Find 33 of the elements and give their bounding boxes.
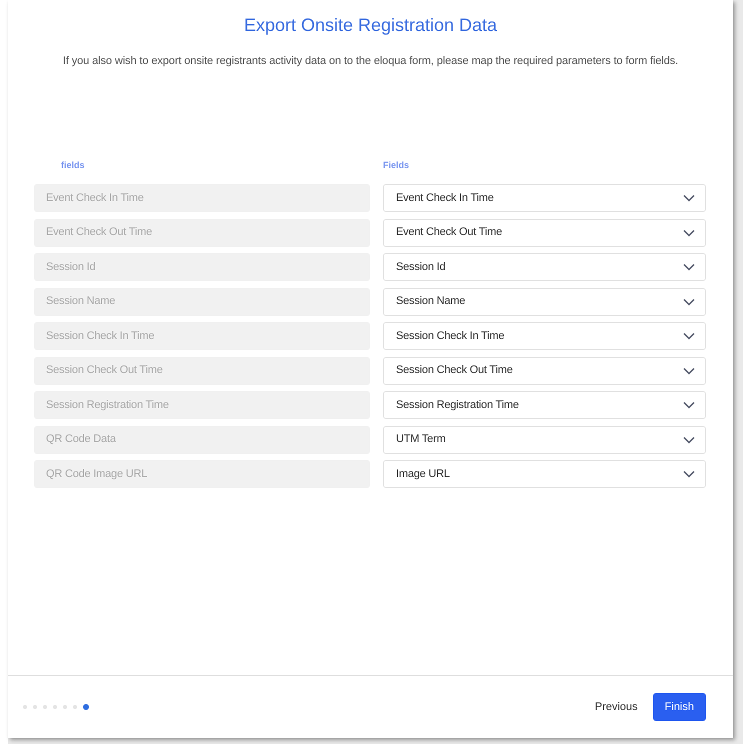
dialog-description: If you also wish to export onsite registrants activity data on to the eloqua form, please map the required parameters to form fields. — [62, 54, 678, 68]
source-field: Session Check Out Time — [34, 356, 370, 384]
field-select[interactable]: Session Check In Time — [383, 322, 706, 350]
column-header: fields — [61, 160, 85, 170]
field-select[interactable]: UTM Term — [383, 426, 706, 454]
dialog-title: Export Onsite Registration Data — [244, 14, 498, 37]
source-field: Session Id — [34, 253, 370, 281]
field-select[interactable]: Session Registration Time — [383, 391, 706, 419]
chevron-down-icon — [683, 470, 695, 478]
chevron-down-icon — [683, 194, 695, 202]
source-field: Session Check In Time — [34, 322, 370, 350]
field-select[interactable]: Event Check In Time — [383, 184, 706, 212]
source-field: Event Check Out Time — [34, 218, 370, 246]
source-field: Session Registration Time — [34, 391, 370, 419]
column-header: Fields — [383, 160, 410, 170]
field-select[interactable]: Session Check Out Time — [383, 356, 706, 384]
finish-button[interactable]: Finish — [652, 693, 706, 721]
chevron-down-icon — [683, 436, 695, 444]
previous-button[interactable]: Previous — [594, 693, 639, 721]
field-select[interactable]: Session Id — [383, 253, 706, 281]
chevron-down-icon — [683, 228, 695, 236]
chevron-down-icon — [683, 332, 695, 340]
field-select[interactable]: Event Check Out Time — [383, 218, 706, 246]
chevron-down-icon — [683, 298, 695, 306]
field-select[interactable]: Image URL — [383, 460, 706, 488]
source-field: QR Code Data — [34, 426, 370, 454]
chevron-down-icon — [683, 366, 695, 374]
chevron-down-icon — [683, 401, 695, 409]
source-field: Event Check In Time — [34, 184, 370, 212]
source-field: Session Name — [34, 288, 370, 316]
chevron-down-icon — [683, 263, 695, 271]
field-select[interactable]: Session Name — [383, 288, 706, 316]
source-field: QR Code Image URL — [34, 460, 370, 488]
